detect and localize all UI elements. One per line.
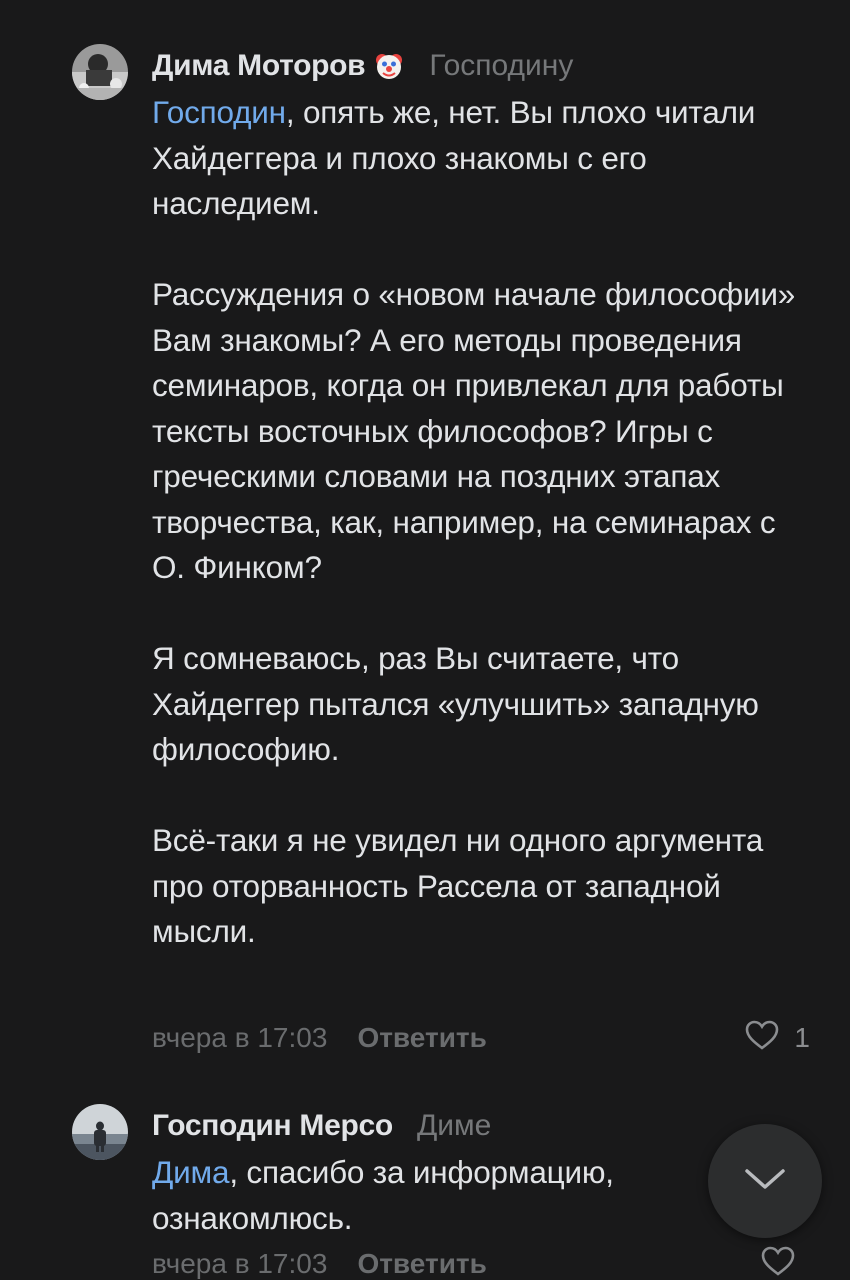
comment-header: Дима Моторов Господину [152, 46, 573, 86]
heart-icon [760, 1245, 810, 1280]
reply-to-label[interactable]: Господину [429, 49, 573, 83]
like-count: 1 [794, 1022, 810, 1053]
comment-author[interactable]: Дима Моторов [152, 49, 366, 83]
reply-button[interactable]: Ответить [357, 1022, 486, 1054]
clown-face-icon [373, 50, 405, 82]
reply-to-label[interactable]: Диме [417, 1109, 491, 1143]
scroll-down-button[interactable] [708, 1124, 822, 1238]
like-button[interactable]: 1 [744, 1018, 810, 1058]
comment-time: вчера в 17:03 [152, 1248, 328, 1279]
comment-time: вчера в 17:03 [152, 1022, 328, 1053]
comment-paragraph: Всё-таки я не увидел ни одного аргумента… [152, 822, 764, 949]
comment-author[interactable]: Господин Мерсо [152, 1109, 393, 1143]
comment-text: Господин, опять же, нет. Вы плохо читали… [152, 90, 812, 955]
heart-icon [744, 1019, 794, 1058]
mention-link[interactable]: Дима [152, 1154, 230, 1190]
reply-button[interactable]: Ответить [357, 1248, 486, 1280]
comment-header: Господин Мерсо Диме [152, 1106, 491, 1146]
comment-meta: вчера в 17:03 Ответить [152, 1018, 487, 1058]
avatar[interactable] [72, 1104, 128, 1160]
comment-paragraph: Рассуждения о «новом начале философии» В… [152, 276, 796, 585]
comment-text: Дима, спасибо за информацию, ознакомлюсь… [152, 1150, 692, 1241]
like-button[interactable] [760, 1244, 810, 1280]
mention-link[interactable]: Господин [152, 94, 286, 130]
comment-paragraph: Я сомневаюсь, раз Вы считаете, что Хайде… [152, 640, 759, 767]
avatar[interactable] [72, 44, 128, 100]
comment-meta: вчера в 17:03 Ответить [152, 1244, 487, 1280]
chevron-down-icon [743, 1165, 787, 1198]
comments-screen: Дима Моторов Господину Господин, опять ж… [0, 0, 850, 1280]
